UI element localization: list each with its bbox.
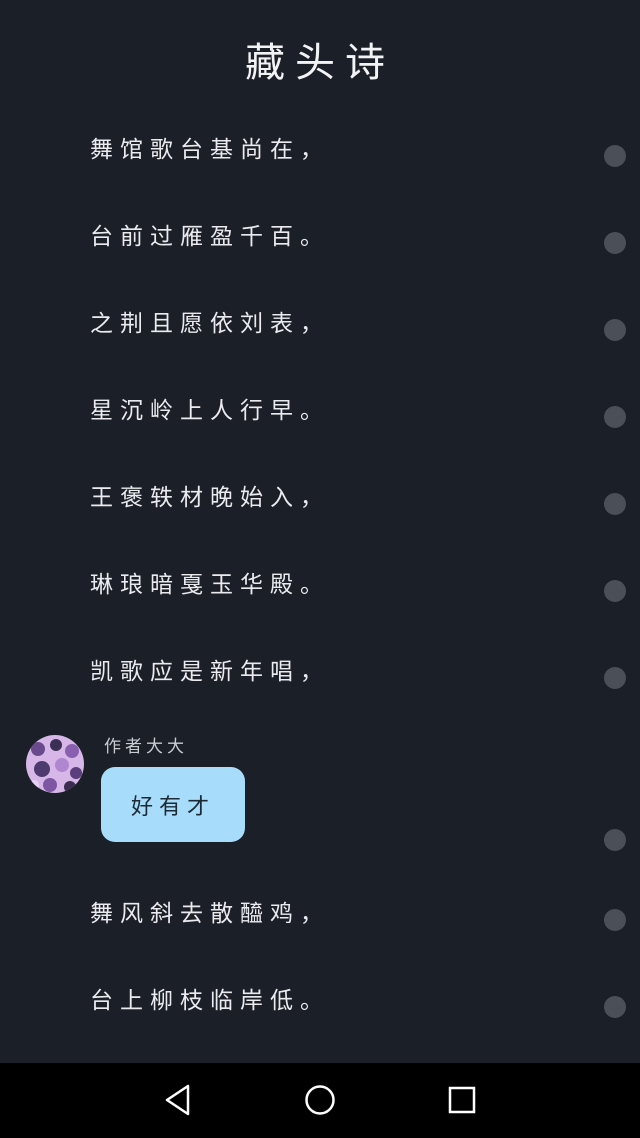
home-circle-icon xyxy=(305,1085,335,1115)
poem-line-5: 王褒轶材晚始入， xyxy=(90,485,330,511)
line-indicator-dot[interactable] xyxy=(604,493,626,515)
recents-button[interactable] xyxy=(442,1080,482,1120)
poem-line-7: 凯歌应是新年唱， xyxy=(90,659,330,685)
recents-square-icon xyxy=(448,1086,476,1114)
poem-line-1: 舞馆歌台基尚在， xyxy=(90,137,330,163)
poem-line-2: 台前过雁盈千百。 xyxy=(90,224,330,250)
page-title: 藏头诗 xyxy=(245,40,395,86)
line-indicator-dot[interactable] xyxy=(604,667,626,689)
comment-author: 作者大大 xyxy=(104,737,188,757)
poem-line-3: 之荆且愿依刘表， xyxy=(90,311,330,337)
comment-bubble[interactable]: 好有才 xyxy=(101,767,245,842)
line-indicator-dot[interactable] xyxy=(604,829,626,851)
poem-line-8: 舞风斜去散醯鸡， xyxy=(90,901,330,927)
line-indicator-dot[interactable] xyxy=(604,232,626,254)
line-indicator-dot[interactable] xyxy=(604,996,626,1018)
line-indicator-dot[interactable] xyxy=(604,145,626,167)
back-button[interactable] xyxy=(158,1080,198,1120)
line-indicator-dot[interactable] xyxy=(604,406,626,428)
navigation-bar xyxy=(0,1063,640,1138)
poem-line-6: 琳琅暗戛玉华殿。 xyxy=(90,572,330,598)
line-indicator-dot[interactable] xyxy=(604,319,626,341)
avatar[interactable] xyxy=(26,735,84,793)
line-indicator-dot[interactable] xyxy=(604,909,626,931)
poem-line-4: 星沉岭上人行早。 xyxy=(90,398,330,424)
home-button[interactable] xyxy=(300,1080,340,1120)
comment-text: 好有才 xyxy=(130,794,215,820)
line-indicator-dot[interactable] xyxy=(604,580,626,602)
avatar-image xyxy=(26,735,84,793)
poem-line-9: 台上柳枝临岸低。 xyxy=(90,988,330,1014)
back-triangle-icon xyxy=(165,1084,190,1116)
